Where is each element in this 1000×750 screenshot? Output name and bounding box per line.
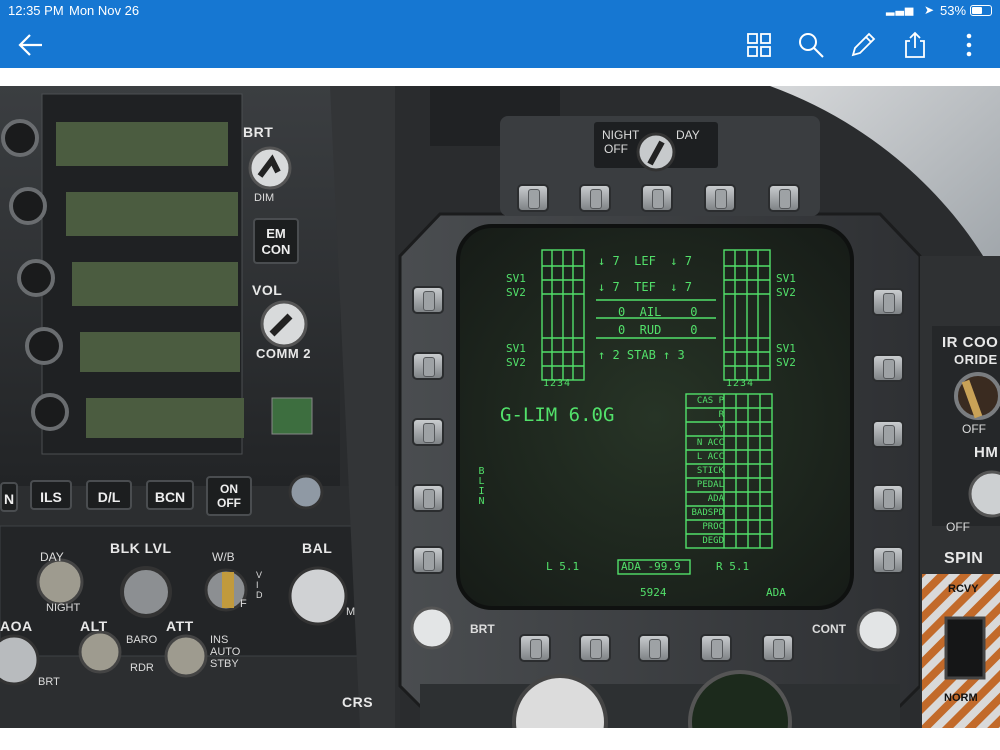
sv1-label: SV1: [776, 272, 796, 285]
sv2-label: SV2: [776, 356, 796, 369]
fcs-labels: CAS P R Y N ACC L ACC STICK PEDAL ADA BA…: [686, 394, 724, 548]
fcs-label-proc: PROC: [702, 522, 724, 532]
spin-label: SPIN: [944, 550, 984, 567]
oride-label: ORIDE: [954, 352, 998, 367]
right-col-numbers: 1234: [726, 378, 755, 389]
fcs-label-n-acc: N ACC: [696, 438, 724, 448]
pencil-icon[interactable]: [848, 30, 878, 60]
location-icon: ➤: [924, 3, 935, 17]
fcs-label-y: Y: [718, 424, 724, 434]
sv2-label: SV2: [776, 286, 796, 299]
sv-right-upper: SV1 SV2: [776, 272, 796, 300]
sv-right-lower: SV1 SV2: [776, 342, 796, 370]
cockpit-image: BRT DIM EM CON VOL COMM 2 N ILS D/L BCN …: [0, 86, 1000, 728]
back-arrow-icon[interactable]: [16, 30, 46, 60]
sv-left-upper: SV1 SV2: [506, 272, 526, 300]
sv-left-lower: SV1 SV2: [506, 342, 526, 370]
left-value: L 5.1: [546, 560, 580, 573]
ir-off-label: OFF: [962, 422, 986, 436]
battery-icon: [970, 5, 992, 16]
rcvy-label: RCVY: [948, 583, 979, 595]
g-limit-readout: G-LIM 6.0G: [500, 404, 615, 426]
sv1-label: SV1: [506, 342, 526, 355]
ail-readout: 0 AIL 0: [618, 305, 698, 319]
right-value: R 5.1: [716, 560, 750, 573]
ir-cool-label: IR COO: [942, 334, 999, 351]
search-icon[interactable]: [796, 30, 826, 60]
hm-off-label: OFF: [946, 520, 970, 534]
fcs-label-badspd: BADSPD: [691, 508, 724, 518]
ada-label: ADA: [766, 586, 786, 599]
sv1-label: SV1: [776, 342, 796, 355]
fcs-label-degd: DEGD: [702, 536, 724, 546]
sv2-label: SV2: [506, 356, 526, 369]
grid-icon[interactable]: [744, 30, 774, 60]
sv2-label: SV2: [506, 286, 526, 299]
content-gap: [0, 68, 1000, 86]
lef-readout: ↓ 7 LEF ↓ 7: [598, 254, 692, 268]
tef-readout: ↓ 7 TEF ↓ 7: [598, 280, 692, 294]
status-date: Mon Nov 26: [69, 3, 140, 18]
blin-label: BLIN: [476, 466, 487, 506]
stab-readout: ↑ 2 STAB ↑ 3: [598, 348, 685, 362]
left-col-numbers: 1234: [543, 378, 572, 389]
sv1-label: SV1: [506, 272, 526, 285]
battery-percent: 53%: [940, 3, 967, 18]
fcs-label-l-acc: L ACC: [696, 452, 724, 462]
norm-label: NORM: [944, 692, 978, 704]
toolbar: [0, 22, 1000, 68]
rud-readout: 0 RUD 0: [618, 323, 698, 337]
fcs-label-pedal: PEDAL: [696, 480, 724, 490]
status-bar: 12:35 PM Mon Nov 26 ▂▃▅ ◔ ➤ 53%: [0, 0, 1000, 22]
fcs-label-cas-p: CAS P: [696, 396, 724, 406]
wifi-icon: ◔: [906, 3, 914, 17]
status-time: 12:35 PM: [8, 3, 64, 18]
bottom-gap: [0, 728, 1000, 750]
share-icon[interactable]: [900, 30, 930, 60]
fcs-label-ada: ADA: [707, 494, 724, 504]
fcs-label-stick: STICK: [696, 466, 724, 476]
ada-box-value: ADA -99.9: [621, 560, 681, 573]
more-icon[interactable]: [954, 30, 984, 60]
code-readout: 5924: [640, 586, 667, 599]
fcs-label-r: R: [718, 410, 724, 420]
hm-label: HM: [974, 444, 999, 461]
